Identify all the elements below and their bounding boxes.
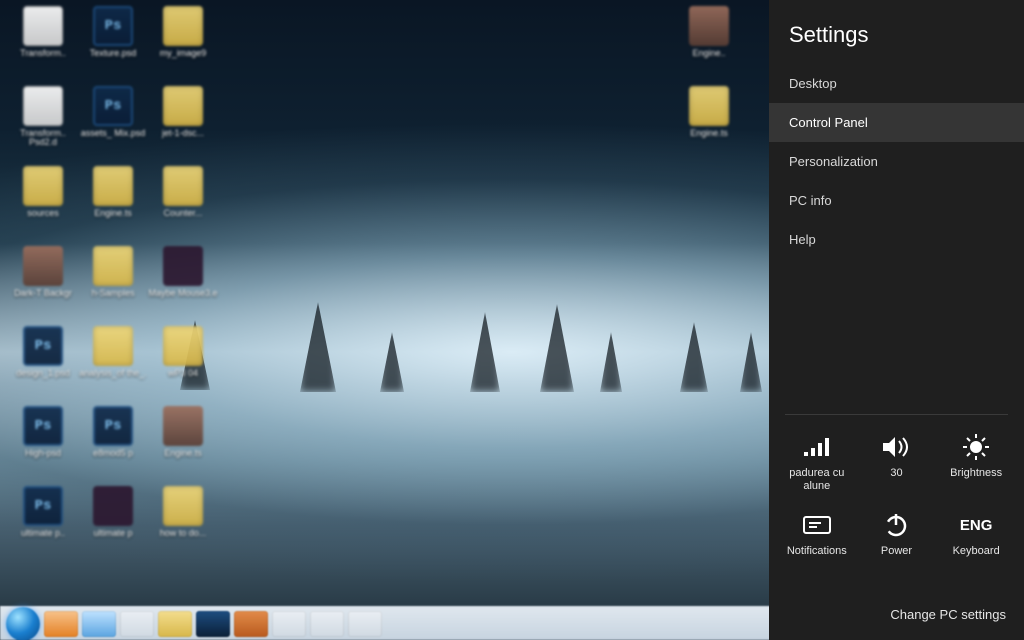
change-pc-settings-link[interactable]: Change PC settings [769, 599, 1024, 640]
desktop-icon[interactable]: Psassets_ Mix.psd [78, 86, 148, 166]
desktop-icon[interactable]: Pse8mod5 p [78, 406, 148, 486]
settings-item-help[interactable]: Help [769, 220, 1024, 259]
desktop-icon[interactable]: h-Samples [78, 246, 148, 326]
desktop-icon[interactable]: Maybe Mouse3.e [148, 246, 218, 326]
desktop-icon[interactable]: my_image9 [148, 6, 218, 86]
power-icon [883, 511, 909, 539]
desktop-icon[interactable]: sources [8, 166, 78, 246]
desktop-icon[interactable]: PsTexture.psd [78, 6, 148, 86]
desktop-icon[interactable]: Psdesign_1.psd [8, 326, 78, 406]
volume-icon [881, 433, 911, 461]
quick-label: Power [881, 545, 912, 558]
desktop-icon[interactable]: Transform.. [8, 6, 78, 86]
taskbar-btn-folder[interactable] [158, 611, 192, 637]
desktop-icon[interactable]: jet-1-dsc... [148, 86, 218, 166]
taskbar-btn-firefox[interactable] [44, 611, 78, 637]
settings-item-desktop[interactable]: Desktop [769, 64, 1024, 103]
quick-label: padurea cu alune [777, 467, 857, 492]
desktop-icon[interactable]: analysis_of the_. [78, 326, 148, 406]
pane-title: Settings [769, 0, 1024, 64]
taskbar-btn[interactable] [234, 611, 268, 637]
taskbar-btn-chrome[interactable] [120, 611, 154, 637]
quick-network[interactable]: padurea cu alune [777, 433, 857, 511]
desktop-icon[interactable]: how to do... [148, 486, 218, 566]
desktop-icon[interactable]: ultimate p [78, 486, 148, 566]
desktop-icon[interactable]: Engine.ts [674, 86, 744, 166]
desktop-icon[interactable]: Psultimate p.. [8, 486, 78, 566]
quick-label: Brightness [950, 467, 1002, 480]
quick-label: Keyboard [953, 545, 1000, 558]
desktop-icon[interactable]: wP3 04 [148, 326, 218, 406]
taskbar-btn[interactable] [310, 611, 344, 637]
quick-label: 30 [890, 467, 902, 480]
taskbar-btn-explorer[interactable] [82, 611, 116, 637]
desktop-icon[interactable]: Counter... [148, 166, 218, 246]
desktop-icon[interactable]: Engine.ts [148, 406, 218, 486]
quick-volume[interactable]: 30 [857, 433, 937, 511]
settings-item-pc-info[interactable]: PC info [769, 181, 1024, 220]
desktop-icon[interactable]: Transform.. Psd2.d [8, 86, 78, 166]
desktop-icons-left: Transform..PsTexture.psdmy_image9 Transfo… [8, 6, 238, 566]
keyboard-icon: ENG [960, 511, 993, 539]
quick-keyboard[interactable]: ENG Keyboard [936, 511, 1016, 589]
desktop-icons-right: Engine..Engine.ts [674, 6, 744, 166]
settings-charm-pane: Settings DesktopControl PanelPersonaliza… [769, 0, 1024, 640]
desktop-icon[interactable]: Dark-T Backgr [8, 246, 78, 326]
desktop-icon[interactable]: Engine.. [674, 6, 744, 86]
notifications-icon [802, 511, 832, 539]
quick-settings-grid: padurea cu alune 30 Brightness Notification… [769, 415, 1024, 599]
settings-item-control-panel[interactable]: Control Panel [769, 103, 1024, 142]
brightness-icon [962, 433, 990, 461]
quick-brightness[interactable]: Brightness [936, 433, 1016, 511]
desktop-icon[interactable]: Engine.ts [78, 166, 148, 246]
settings-item-personalization[interactable]: Personalization [769, 142, 1024, 181]
taskbar-btn-ps[interactable] [196, 611, 230, 637]
taskbar-btn[interactable] [348, 611, 382, 637]
quick-power[interactable]: Power [857, 511, 937, 589]
quick-label: Notifications [787, 545, 847, 558]
quick-notifications[interactable]: Notifications [777, 511, 857, 589]
network-icon [802, 433, 832, 461]
taskbar-btn[interactable] [272, 611, 306, 637]
start-orb[interactable] [6, 607, 40, 640]
desktop-icon[interactable]: PsHigh-psd [8, 406, 78, 486]
